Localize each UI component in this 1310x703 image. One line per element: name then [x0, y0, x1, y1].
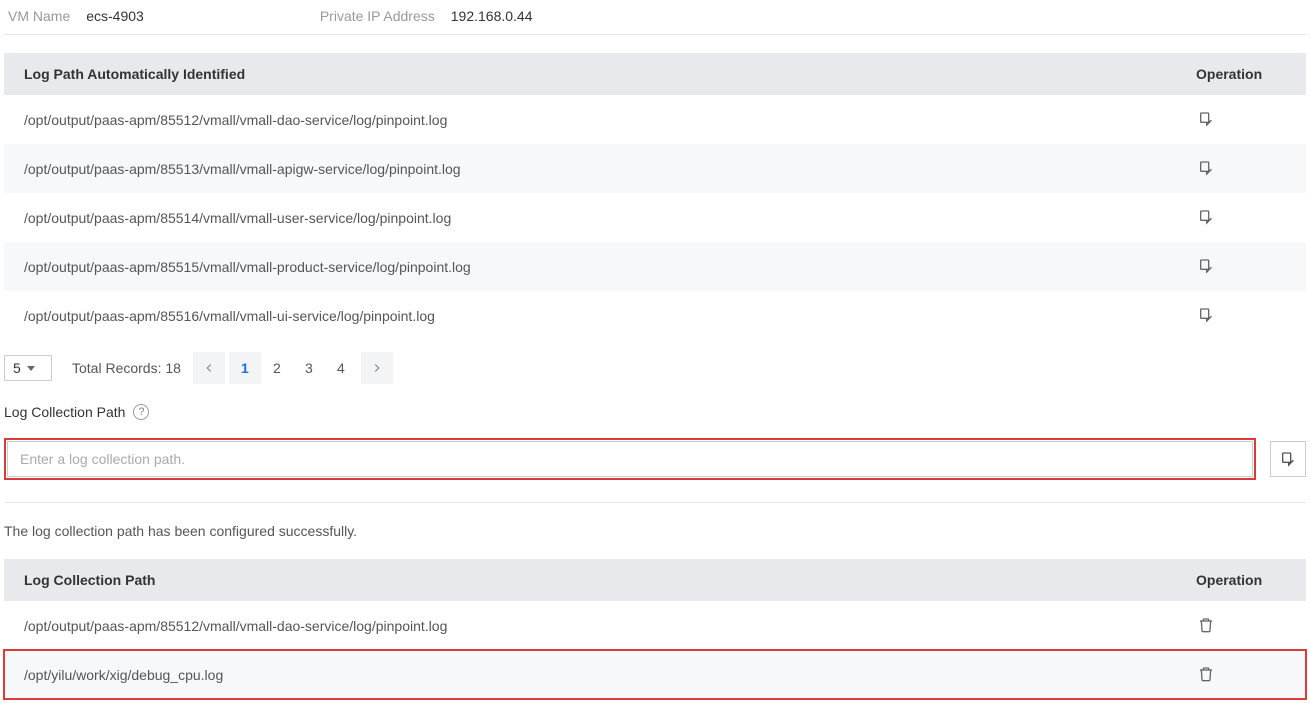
col2-log-collection-path: Log Collection Path: [4, 559, 1176, 601]
col2-operation: Operation: [1176, 559, 1306, 601]
vm-name-value: ecs-4903: [86, 8, 144, 24]
add-collection-icon[interactable]: [1196, 109, 1216, 129]
help-icon[interactable]: ?: [133, 404, 149, 420]
add-collection-icon[interactable]: [1196, 207, 1216, 227]
next-page-button[interactable]: [361, 352, 393, 384]
vm-name-label: VM Name: [8, 8, 70, 24]
log-collection-input-row: [4, 438, 1306, 480]
ip-value: 192.168.0.44: [451, 8, 533, 24]
input-highlight-frame: [4, 438, 1256, 480]
table-row: /opt/output/paas-apm/85513/vmall/vmall-a…: [4, 144, 1306, 193]
delete-icon[interactable]: [1196, 664, 1216, 684]
divider: [4, 502, 1306, 503]
prev-page-button[interactable]: [193, 352, 225, 384]
page-button[interactable]: 1: [229, 352, 261, 384]
page-size-select[interactable]: 5: [4, 355, 52, 381]
log-path-cell: /opt/output/paas-apm/85513/vmall/vmall-a…: [4, 144, 1176, 193]
add-collection-icon[interactable]: [1196, 305, 1216, 325]
table-row: /opt/output/paas-apm/85516/vmall/vmall-u…: [4, 291, 1306, 340]
log-collection-label: Log Collection Path: [4, 404, 125, 420]
table-row: /opt/output/paas-apm/85512/vmall/vmall-d…: [4, 95, 1306, 144]
log-path-cell: /opt/output/paas-apm/85514/vmall/vmall-u…: [4, 193, 1176, 242]
table-row: /opt/yilu/work/xig/debug_cpu.log: [4, 650, 1306, 699]
log-path-table: Log Path Automatically Identified Operat…: [4, 53, 1306, 340]
status-message: The log collection path has been configu…: [4, 523, 1306, 539]
col-operation: Operation: [1176, 53, 1306, 95]
log-path-cell: /opt/output/paas-apm/85515/vmall/vmall-p…: [4, 242, 1176, 291]
page-nav: 1234: [193, 352, 393, 384]
table-row: /opt/output/paas-apm/85512/vmall/vmall-d…: [4, 601, 1306, 650]
page-button[interactable]: 3: [293, 352, 325, 384]
col-log-path: Log Path Automatically Identified: [4, 53, 1176, 95]
collection-path-cell: /opt/yilu/work/xig/debug_cpu.log: [4, 650, 1176, 699]
caret-down-icon: [27, 366, 35, 371]
log-path-cell: /opt/output/paas-apm/85512/vmall/vmall-d…: [4, 95, 1176, 144]
page-button[interactable]: 2: [261, 352, 293, 384]
add-path-button[interactable]: [1270, 441, 1306, 477]
page-size-value: 5: [13, 360, 21, 376]
table-row: /opt/output/paas-apm/85514/vmall/vmall-u…: [4, 193, 1306, 242]
log-path-cell: /opt/output/paas-apm/85516/vmall/vmall-u…: [4, 291, 1176, 340]
total-records: Total Records: 18: [72, 360, 181, 376]
log-collection-table: Log Collection Path Operation /opt/outpu…: [4, 559, 1306, 699]
collection-path-cell: /opt/output/paas-apm/85512/vmall/vmall-d…: [4, 601, 1176, 650]
add-collection-icon[interactable]: [1196, 256, 1216, 276]
pagination: 5 Total Records: 18 1234: [4, 352, 1306, 384]
log-collection-input[interactable]: [7, 441, 1253, 477]
info-bar: VM Name ecs-4903 Private IP Address 192.…: [4, 4, 1306, 35]
add-collection-icon[interactable]: [1196, 158, 1216, 178]
log-collection-label-row: Log Collection Path ?: [4, 404, 1306, 420]
ip-label: Private IP Address: [320, 8, 435, 24]
table-row: /opt/output/paas-apm/85515/vmall/vmall-p…: [4, 242, 1306, 291]
page-button[interactable]: 4: [325, 352, 357, 384]
delete-icon[interactable]: [1196, 615, 1216, 635]
